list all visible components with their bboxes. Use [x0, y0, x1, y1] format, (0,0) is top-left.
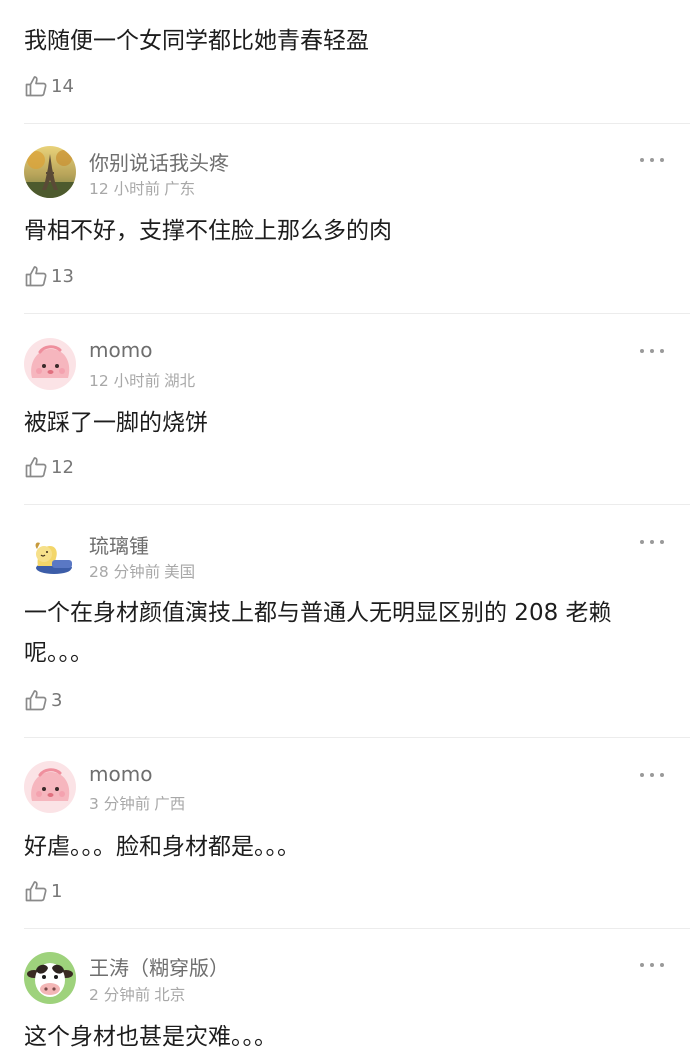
- comment-text: 这个身材也甚是灾难。。。: [24, 1024, 277, 1050]
- more-dot-icon: [640, 158, 644, 162]
- like-button[interactable]: 3: [24, 687, 62, 713]
- eiffel-tower-icon: [24, 146, 76, 198]
- more-dot-icon: [640, 540, 644, 544]
- comment-text: 我随便一个女同学都比她青春轻盈: [24, 28, 369, 54]
- comment-text: 骨相不好，支撑不住脸上那么多的肉: [24, 218, 392, 244]
- location: 湖北: [164, 372, 196, 390]
- timestamp: 3 分钟前: [89, 795, 151, 813]
- more-dot-icon: [650, 773, 654, 777]
- timestamp: 28 分钟前: [89, 563, 161, 581]
- comment-meta: 3 分钟前 广西: [89, 792, 185, 814]
- more-options-button[interactable]: [640, 155, 664, 165]
- comment-item: 王涛（糊穿版） 2 分钟前 北京 这个身材也甚是灾难。。。: [0, 929, 690, 1054]
- username[interactable]: 王涛（糊穿版）: [89, 952, 229, 981]
- user-avatar[interactable]: [24, 952, 76, 1004]
- user-avatar[interactable]: [24, 761, 76, 813]
- comment-item: momo 3 分钟前 广西 好虐。。。脸和身材都是。。。 1: [0, 738, 690, 928]
- comment-meta: 12 小时前 广东: [89, 177, 195, 199]
- location: 美国: [164, 563, 196, 581]
- thumbs-up-icon: [25, 266, 47, 287]
- like-count: 1: [51, 880, 63, 902]
- more-options-button[interactable]: [640, 537, 664, 547]
- comment-meta: 28 分钟前 美国: [89, 560, 195, 582]
- thumbs-up-icon: [25, 690, 47, 711]
- more-dot-icon: [650, 540, 654, 544]
- more-dot-icon: [650, 158, 654, 162]
- location: 广西: [154, 795, 186, 813]
- timestamp: 12 小时前: [89, 180, 161, 198]
- timestamp: 12 小时前: [89, 372, 161, 390]
- like-count: 3: [51, 689, 63, 711]
- like-button[interactable]: 14: [24, 73, 74, 99]
- more-options-button[interactable]: [640, 960, 664, 970]
- comment-text: 一个在身材颜值演技上都与普通人无明显区别的 208 老赖呢。。。: [24, 600, 612, 666]
- like-button[interactable]: 12: [24, 454, 74, 480]
- thumbs-up-icon: [25, 76, 47, 97]
- username[interactable]: 琉璃锺: [89, 530, 149, 559]
- comment-item: 琉璃锺 28 分钟前 美国 一个在身材颜值演技上都与普通人无明显区别的 208 老…: [0, 505, 690, 737]
- user-avatar[interactable]: [24, 338, 76, 390]
- more-dot-icon: [640, 349, 644, 353]
- more-dot-icon: [640, 773, 644, 777]
- thumbs-up-icon: [25, 457, 47, 478]
- comment-meta: 2 分钟前 北京: [89, 983, 185, 1005]
- like-count: 14: [51, 75, 74, 97]
- like-count: 12: [51, 456, 74, 478]
- more-dot-icon: [660, 540, 664, 544]
- location: 北京: [154, 986, 186, 1004]
- cow-icon: [24, 952, 76, 1004]
- comment-text: 被踩了一脚的烧饼: [24, 410, 208, 436]
- username[interactable]: momo: [89, 338, 152, 362]
- more-dot-icon: [660, 773, 664, 777]
- comment-list: 我随便一个女同学都比她青春轻盈 14 你别说话我头疼 12 小时前 广东 骨相不…: [0, 0, 690, 1054]
- more-dot-icon: [640, 963, 644, 967]
- like-button[interactable]: 1: [24, 878, 62, 904]
- like-button[interactable]: 13: [24, 263, 74, 289]
- comment-text: 好虐。。。脸和身材都是。。。: [24, 834, 300, 860]
- more-dot-icon: [650, 963, 654, 967]
- pink-blob-icon: [24, 761, 76, 813]
- more-options-button[interactable]: [640, 770, 664, 780]
- more-dot-icon: [650, 349, 654, 353]
- timestamp: 2 分钟前: [89, 986, 151, 1004]
- location: 广东: [164, 180, 196, 198]
- comment-item: momo 12 小时前 湖北 被踩了一脚的烧饼 12: [0, 314, 690, 504]
- more-dot-icon: [660, 158, 664, 162]
- username[interactable]: momo: [89, 762, 152, 786]
- user-avatar[interactable]: [24, 528, 76, 580]
- more-dot-icon: [660, 349, 664, 353]
- comment-item: 我随便一个女同学都比她青春轻盈 14: [0, 0, 690, 124]
- username[interactable]: 你别说话我头疼: [89, 147, 229, 176]
- more-options-button[interactable]: [640, 346, 664, 356]
- thumbs-up-icon: [25, 881, 47, 902]
- like-count: 13: [51, 265, 74, 287]
- comment-meta: 12 小时前 湖北: [89, 369, 195, 391]
- comment-item: 你别说话我头疼 12 小时前 广东 骨相不好，支撑不住脸上那么多的肉 13: [0, 124, 690, 314]
- pink-blob-icon: [24, 338, 76, 390]
- user-avatar[interactable]: [24, 146, 76, 198]
- sleeping-dog-icon: [24, 528, 76, 580]
- more-dot-icon: [660, 963, 664, 967]
